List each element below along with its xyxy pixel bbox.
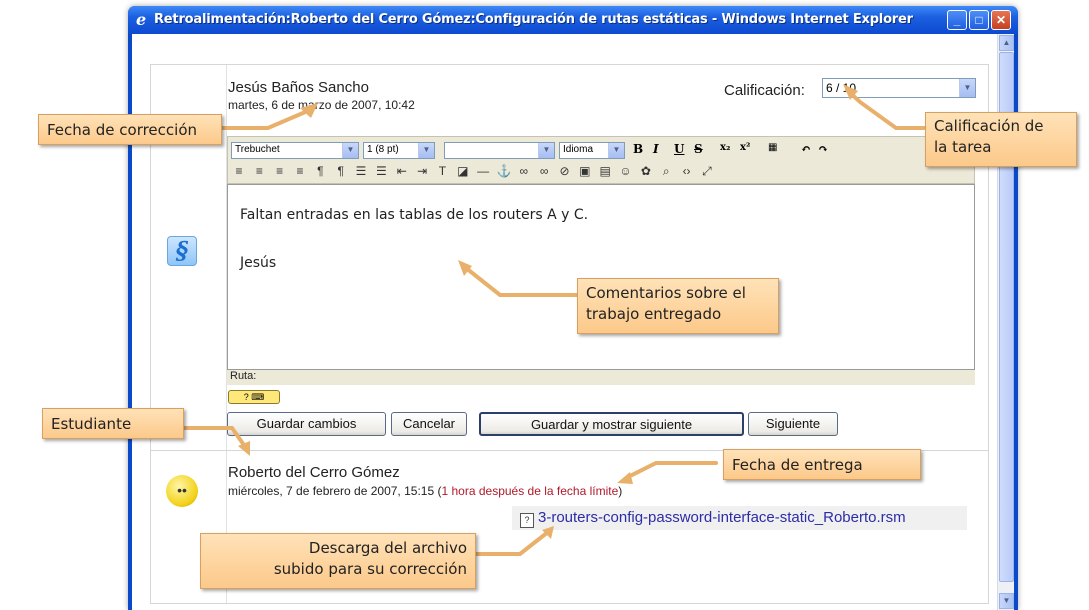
ltr-icon[interactable]: ¶ — [313, 164, 327, 178]
language-value: Idioma — [563, 144, 594, 155]
outdent-icon[interactable]: ⇤ — [395, 164, 409, 178]
unordered-list-icon[interactable]: ☰ — [374, 164, 388, 178]
title-bar[interactable]: e Retroalimentación:Roberto del Cerro Gó… — [128, 6, 1018, 34]
page-content: § •• Jesús Baños Sancho martes, 6 de mar… — [132, 34, 1014, 610]
submitted-file-link[interactable]: ? 3-routers-config-password-interface-sta… — [512, 506, 967, 530]
fullscreen-icon[interactable]: ⤢ — [700, 164, 714, 179]
rtl-icon[interactable]: ¶ — [334, 164, 348, 178]
font-size-value: 1 (8 pt) — [367, 144, 399, 155]
undo-icon[interactable]: ↶ — [801, 142, 811, 156]
callout-correction-date: Fecha de corrección — [38, 114, 222, 145]
underline-icon[interactable]: U — [674, 142, 684, 156]
background-color-icon[interactable]: ◪ — [456, 164, 470, 178]
callout-download: Descarga del archivo subido para su corr… — [200, 533, 476, 589]
correction-date: martes, 6 de marzo de 2007, 10:42 — [228, 98, 415, 112]
callout-download-line: Descarga del archivo — [308, 539, 467, 557]
close-button[interactable]: ✕ — [991, 10, 1011, 30]
heading-select[interactable]: ▼ — [444, 142, 555, 159]
justify-icon[interactable]: ≡ — [293, 164, 307, 178]
insert-image-icon[interactable]: ▣ — [578, 164, 592, 178]
subscript-icon[interactable]: x₂ — [720, 142, 730, 153]
submission-date: miércoles, 7 de febrero de 2007, 15:15 (… — [228, 484, 623, 498]
indent-icon[interactable]: ⇥ — [415, 164, 429, 178]
callout-task-grade-line: la tarea — [934, 138, 992, 156]
file-name[interactable]: 3-routers-config-password-interface-stat… — [538, 509, 906, 526]
grade-label: Calificación: — [724, 82, 805, 99]
anchor-icon[interactable]: ⚓ — [496, 164, 511, 178]
special-char-icon[interactable]: ✿ — [639, 164, 653, 178]
unlink-icon[interactable]: ∞ — [537, 164, 551, 178]
font-size-select[interactable]: 1 (8 pt) ▼ — [363, 142, 435, 159]
callout-student: Estudiante — [42, 408, 184, 439]
chevron-down-icon[interactable]: ▼ — [608, 143, 624, 158]
chevron-down-icon[interactable]: ▼ — [538, 143, 554, 158]
late-notice: 1 hora después de la fecha límite — [441, 484, 619, 498]
align-right-icon[interactable]: ≡ — [273, 164, 287, 178]
maximize-button[interactable]: □ — [969, 10, 989, 30]
callout-comments: Comentarios sobre el trabajo entregado — [577, 278, 779, 334]
horizontal-rule-icon[interactable]: — — [476, 164, 490, 178]
comment-line: Faltan entradas en las tablas de los rou… — [240, 207, 589, 223]
ordered-list-icon[interactable]: ☰ — [354, 164, 368, 178]
callout-task-grade: Calificación de la tarea — [925, 112, 1077, 167]
editor-help-button[interactable]: ? ⌨ — [228, 390, 280, 404]
search-replace-icon[interactable]: ⌕ — [659, 164, 673, 179]
scroll-down-icon[interactable]: ▼ — [999, 593, 1014, 609]
window-title: Retroalimentación:Roberto del Cerro Góme… — [154, 12, 913, 27]
nolink-icon[interactable]: ⊘ — [558, 164, 572, 178]
teacher-name: Jesús Baños Sancho — [228, 79, 369, 96]
callout-download-line: subido para su corrección — [273, 560, 467, 578]
redo-icon[interactable]: ↷ — [818, 142, 828, 156]
submission-date-value: miércoles, 7 de febrero de 2007, 15:15 — [228, 484, 435, 498]
grade-value: 6 / 10 — [826, 81, 857, 95]
align-center-icon[interactable]: ≡ — [252, 164, 266, 178]
callout-comments-line: Comentarios sobre el — [586, 284, 746, 302]
text-color-icon[interactable]: T — [435, 164, 449, 178]
save-and-next-button[interactable]: Guardar y mostrar siguiente — [479, 412, 744, 436]
callout-comments-line: trabajo entregado — [586, 305, 722, 323]
grade-select[interactable]: 6 / 10 ▼ — [822, 78, 976, 98]
minimize-button[interactable]: _ — [947, 10, 967, 30]
html-source-icon[interactable]: ‹› — [680, 164, 694, 178]
callout-submission-date: Fecha de entrega — [723, 449, 921, 480]
save-button[interactable]: Guardar cambios — [227, 412, 386, 436]
file-icon: ? — [520, 513, 534, 528]
italic-icon[interactable]: I — [653, 142, 659, 156]
student-name: Roberto del Cerro Gómez — [228, 464, 400, 481]
insert-table-icon[interactable]: ▤ — [598, 164, 612, 178]
next-button[interactable]: Siguiente — [748, 412, 838, 436]
internet-explorer-icon: e — [136, 10, 147, 29]
clean-format-icon[interactable]: ▦ — [768, 142, 777, 153]
student-avatar: •• — [166, 475, 198, 507]
chevron-down-icon[interactable]: ▼ — [342, 143, 358, 158]
chevron-down-icon[interactable]: ▼ — [959, 79, 975, 97]
font-family-select[interactable]: Trebuchet ▼ — [231, 142, 359, 159]
teacher-avatar: § — [167, 236, 197, 266]
strikethrough-icon[interactable]: S — [694, 142, 703, 156]
superscript-icon[interactable]: x² — [740, 142, 750, 153]
editor-path-bar: Ruta: — [227, 370, 975, 385]
smiley-icon[interactable]: ☺ — [619, 164, 633, 178]
link-icon[interactable]: ∞ — [517, 164, 531, 178]
callout-task-grade-line: Calificación de — [934, 117, 1044, 135]
feedback-editor[interactable]: Faltan entradas en las tablas de los rou… — [227, 184, 975, 370]
cancel-button[interactable]: Cancelar — [391, 412, 467, 436]
editor-toolbar: Trebuchet ▼ 1 (8 pt) ▼ ▼ Idioma ▼ B I U … — [227, 136, 975, 184]
comment-line: Jesús — [240, 255, 277, 271]
bold-icon[interactable]: B — [633, 142, 643, 156]
scroll-up-icon[interactable]: ▲ — [999, 35, 1014, 51]
chevron-down-icon[interactable]: ▼ — [418, 143, 434, 158]
align-left-icon[interactable]: ≡ — [232, 164, 246, 178]
browser-window: e Retroalimentación:Roberto del Cerro Gó… — [128, 6, 1018, 610]
language-select[interactable]: Idioma ▼ — [559, 142, 625, 159]
toolbar-row-2: ≡ ≡ ≡ ≡ ¶ ¶ ☰ ☰ ⇤ ⇥ T ◪ — ⚓ ∞ ∞ ⊘ ▣ ▤ ☺ — [232, 164, 717, 182]
font-family-value: Trebuchet — [235, 144, 280, 155]
